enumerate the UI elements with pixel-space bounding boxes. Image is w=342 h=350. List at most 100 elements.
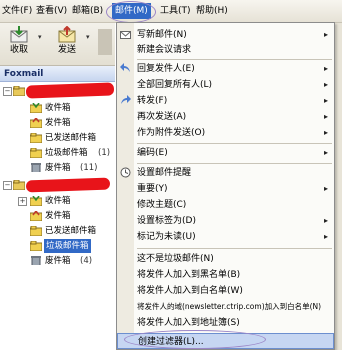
menu-item-add-domain-whitelist[interactable]: 将发件人的域(newsletter.ctrip.com)加入到白名单(N) [117,299,334,315]
submenu-arrow-icon: ▸ [323,216,328,225]
outbox-icon [30,118,42,128]
submenu-arrow-icon: ▸ [323,112,328,121]
mail-dropdown-menu: 写新邮件(N) ▸ 新建会议请求 回复发件人(E) ▸ 全部回复所有人(L) ▸… [116,22,335,350]
menu-item-label: 转发(F) [137,96,168,106]
junk-folder-icon [30,241,42,251]
menu-item-label: 将发件人加入到地址簿(S) [137,318,240,328]
forward-icon [121,95,131,104]
menu-item-label: 设置标签为(D) [137,216,196,226]
submenu-arrow-icon: ▸ [323,80,328,89]
menu-item-label: 将发件人的域(newsletter.ctrip.com)加入到白名单(N) [137,302,322,311]
menu-item-mark-unread[interactable]: 标记为未读(U) ▸ [117,229,334,245]
folder-label-selected: 垃圾邮件箱 [44,239,91,253]
folder-label: 废件箱 [45,163,71,173]
menu-item-label: 再次发送(A) [137,112,187,122]
menu-item-encoding[interactable]: 编码(E) ▸ [117,145,334,161]
menu-item-add-whitelist[interactable]: 将发件人加入到白名单(W) [117,283,334,299]
submenu-arrow-icon: ▸ [323,96,328,105]
folder-label: 废件箱 [45,256,71,266]
menu-item-label: 这不是垃圾邮件(N) [137,254,214,264]
menu-item-label: 新建会议请求 [137,45,192,55]
menu-item-label: 将发件人加入到白名单(W) [137,286,243,296]
new-mail-icon [120,31,131,39]
menu-item-label: 重要(Y) [137,184,168,194]
toolbar-overflow [98,29,112,55]
send-mail-icon [57,25,77,44]
menu-item-label: 将发件人加入到黑名单(B) [137,270,241,280]
submenu-arrow-icon: ▸ [323,148,328,157]
account-icon [13,86,25,96]
account-2-row[interactable]: − [0,177,115,193]
expand-icon[interactable]: + [18,197,27,206]
submenu-arrow-icon: ▸ [323,232,328,241]
menu-help[interactable]: 帮助(H) [196,4,228,18]
menu-mail[interactable]: 邮件(M) [112,3,151,19]
menu-file[interactable]: 文件(F) [2,4,32,18]
folder-label: 发件箱 [45,118,71,128]
menu-separator [137,163,332,164]
redacted-account-name [25,82,115,99]
submenu-arrow-icon: ▸ [323,184,328,193]
send-button[interactable]: 发送 [50,25,84,63]
menu-item-importance[interactable]: 重要(Y) ▸ [117,181,334,197]
inbox-icon [30,103,42,113]
junk-folder-icon [30,148,42,158]
receive-dropdown-icon[interactable]: ▾ [38,33,42,41]
menu-item-add-blacklist[interactable]: 将发件人加入到黑名单(B) [117,267,334,283]
collapse-icon[interactable]: − [3,87,12,96]
background-panel-edge [334,23,342,350]
menu-item-new-meeting[interactable]: 新建会议请求 [117,42,334,58]
submenu-arrow-icon: ▸ [323,30,328,39]
outbox-icon [30,211,42,221]
menu-item-reply[interactable]: 回复发件人(E) ▸ [117,61,334,77]
submenu-arrow-icon: ▸ [323,128,328,137]
receive-mail-icon [9,26,29,44]
receive-label: 收取 [9,45,28,55]
sidebar-header: Foxmail [0,66,115,82]
collapse-icon[interactable]: − [3,181,12,190]
menu-separator [137,59,332,60]
menu-item-label: 编码(E) [137,148,168,158]
menu-item-create-filter[interactable]: 创建过滤器(L)... [117,333,334,349]
menu-item-forward[interactable]: 转发(F) ▸ [117,93,334,109]
folder-label: 垃圾邮件箱 [45,148,88,158]
inbox-icon [30,196,42,206]
folder-label: 已发送邮件箱 [45,133,97,143]
clock-icon [120,167,131,178]
menu-item-resend[interactable]: 再次发送(A) ▸ [117,109,334,125]
menu-item-edit-subject[interactable]: 修改主题(C) [117,197,334,213]
menu-view[interactable]: 查看(V) [36,4,67,18]
receive-button[interactable]: 收取 [2,25,36,63]
unread-count: (4) [80,256,93,266]
menu-item-add-address-book[interactable]: 将发件人加入到地址簿(S) [117,315,334,331]
account-1-row[interactable]: − [0,82,115,99]
menu-item-reply-all[interactable]: 全部回复所有人(L) ▸ [117,77,334,93]
folder-sidebar: Foxmail − 收件箱 发件箱 已发送邮件箱 垃圾邮件箱 (1) 废件箱 (… [0,66,115,350]
menu-mailbox[interactable]: 邮箱(B) [72,4,103,18]
folder-label: 发件箱 [45,211,71,221]
redacted-account-name [25,177,111,193]
reply-icon [120,63,130,72]
sent-folder-icon [30,133,42,143]
toolbar: 收取 ▾ 发送 ▾ [0,23,115,66]
menu-item-send-as-attachment[interactable]: 作为附件发送(O) ▸ [117,125,334,141]
menu-item-set-label[interactable]: 设置标签为(D) ▸ [117,213,334,229]
menu-item-label: 写新邮件(N) [137,30,187,40]
menu-tools[interactable]: 工具(T) [160,4,191,18]
menu-item-label: 标记为未读(U) [137,232,196,242]
menu-item-label: 全部回复所有人(L) [137,80,213,90]
menu-item-new-mail[interactable]: 写新邮件(N) ▸ [117,27,334,43]
send-dropdown-icon[interactable]: ▾ [86,33,90,41]
menu-item-label: 回复发件人(E) [137,64,195,74]
unread-count: (1) [98,148,111,158]
trash-icon [31,163,41,172]
menu-separator [137,248,332,249]
menu-item-not-junk[interactable]: 这不是垃圾邮件(N) [117,251,334,267]
send-label: 发送 [57,45,76,55]
account-icon [13,180,25,190]
folder-label: 收件箱 [45,103,71,113]
submenu-arrow-icon: ▸ [323,64,328,73]
menu-item-label: 设置邮件提醒 [137,168,192,178]
menu-item-set-reminder[interactable]: 设置邮件提醒 [117,165,334,181]
sent-folder-icon [30,226,42,236]
